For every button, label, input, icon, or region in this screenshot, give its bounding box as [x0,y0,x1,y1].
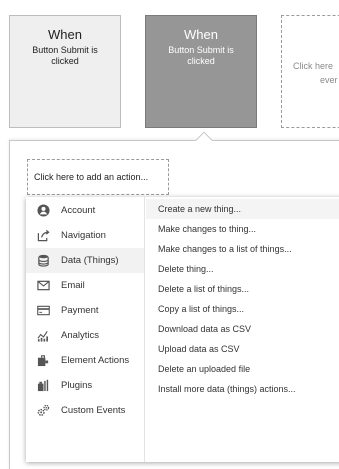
action-item-download-csv[interactable]: Download data as CSV [146,319,339,339]
database-icon [37,254,50,267]
event-title: When [184,27,218,42]
payment-icon [37,304,50,317]
category-label: Navigation [61,230,106,241]
add-event-line2: ever [320,75,338,85]
action-item-make-changes-to-list[interactable]: Make changes to a list of things... [146,239,339,259]
action-item-delete-uploaded-file[interactable]: Delete an uploaded file [146,359,339,379]
category-item-navigation[interactable]: Navigation [26,223,144,248]
category-label: Plugins [61,380,93,391]
action-list: Create a new thing... Make changes to th… [146,197,339,462]
event-title: When [48,27,82,42]
event-card-2-selected[interactable]: When Button Submit is clicked [145,15,257,128]
category-item-payment[interactable]: Payment [26,298,144,323]
category-item-element-actions[interactable]: Element Actions [26,348,144,373]
account-icon [37,204,50,217]
category-label: Element Actions [61,355,130,366]
category-list: Account Navigation Data (Things) Email P [26,197,145,462]
category-label: Payment [61,305,99,316]
event-subtitle-line2: clicked [187,56,215,66]
action-item-create-new-thing[interactable]: Create a new thing... [146,199,339,219]
add-event-line1: Click here [293,61,334,71]
element-actions-icon [37,354,50,367]
category-item-account[interactable]: Account [26,198,144,223]
category-label: Custom Events [61,405,126,416]
category-item-analytics[interactable]: Analytics [26,323,144,348]
email-icon [37,279,50,292]
action-item-upload-csv[interactable]: Upload data as CSV [146,339,339,359]
action-item-install-more-actions[interactable]: Install more data (things) actions... [146,379,339,399]
plugins-icon [37,379,50,392]
event-card-1[interactable]: When Button Submit is clicked [9,15,121,128]
add-event-text: Click here ever [293,59,338,87]
category-label: Email [61,280,85,291]
analytics-icon [37,329,50,342]
add-action-button[interactable]: Click here to add an action... [27,159,169,195]
category-item-data-things[interactable]: Data (Things) [26,248,144,273]
add-event-card[interactable]: Click here ever [281,15,339,128]
action-item-copy-list[interactable]: Copy a list of things... [146,299,339,319]
category-item-plugins[interactable]: Plugins [26,373,144,398]
event-subtitle-line2: clicked [51,56,79,66]
category-item-custom-events[interactable]: Custom Events [26,398,144,423]
action-picker-dropdown: Account Navigation Data (Things) Email P [26,197,339,462]
category-label: Analytics [61,330,100,341]
category-label: Account [61,205,96,216]
navigation-icon [37,229,50,242]
custom-events-icon [37,404,50,417]
action-item-delete-thing[interactable]: Delete thing... [146,259,339,279]
action-item-delete-list[interactable]: Delete a list of things... [146,279,339,299]
action-item-make-changes-to-thing[interactable]: Make changes to thing... [146,219,339,239]
category-item-email[interactable]: Email [26,273,144,298]
event-subtitle-line1: Button Submit is [168,45,234,55]
event-subtitle-line1: Button Submit is [32,45,98,55]
category-label: Data (Things) [61,255,119,266]
